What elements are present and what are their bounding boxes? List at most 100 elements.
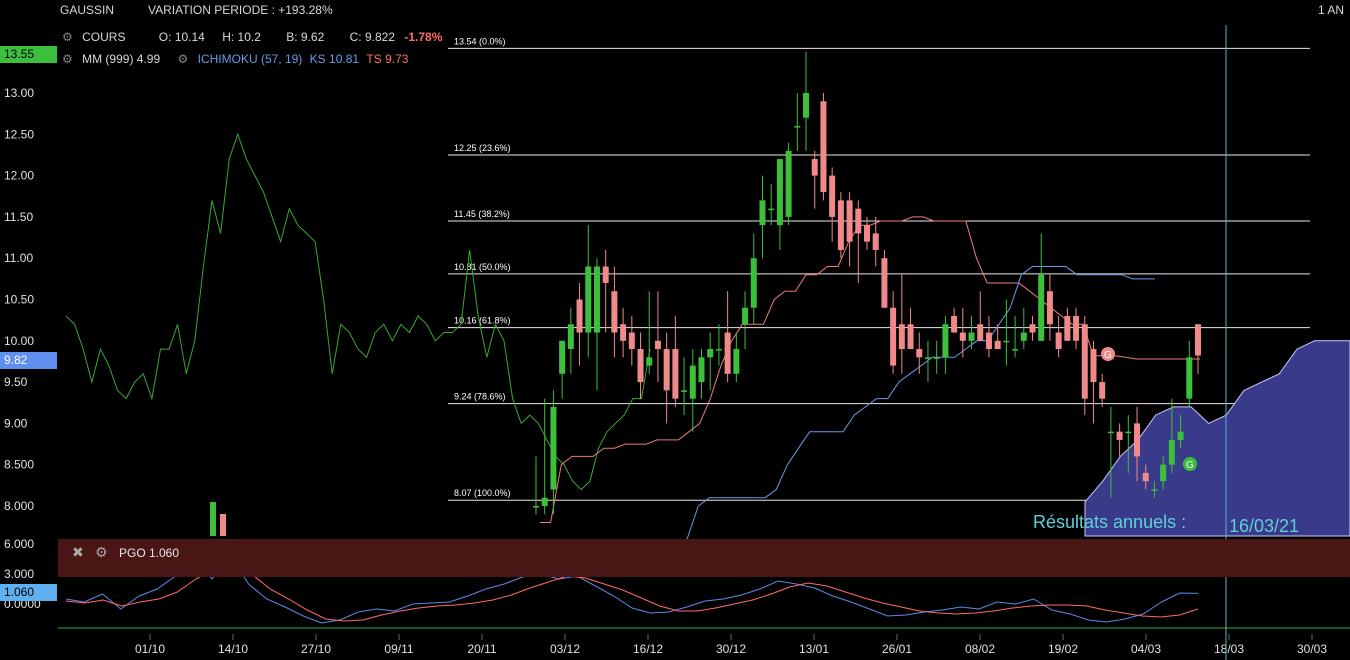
close-icon[interactable]: ✖ <box>72 544 84 561</box>
y-tick-label: 8.500 <box>4 458 34 472</box>
candle[interactable] <box>1020 307 1027 350</box>
candle[interactable] <box>1195 324 1201 374</box>
x-tick-label: 09/11 <box>384 642 413 656</box>
gear-icon[interactable]: ⚙ <box>95 544 108 561</box>
candle[interactable] <box>864 216 870 250</box>
x-tick-label: 04/03 <box>1131 642 1161 656</box>
candle[interactable] <box>750 233 757 325</box>
x-tick-label: 30/03 <box>1297 642 1327 656</box>
candle[interactable] <box>715 324 722 366</box>
candle[interactable] <box>707 332 714 391</box>
candle[interactable] <box>620 307 627 358</box>
candle[interactable] <box>742 291 749 350</box>
candle[interactable] <box>1012 316 1019 358</box>
y-tick-label: 13.00 <box>4 86 34 100</box>
candle[interactable] <box>794 93 801 151</box>
candle[interactable] <box>776 159 783 250</box>
candle[interactable] <box>811 150 818 209</box>
candle[interactable] <box>898 274 905 374</box>
fibonacci-label: 8.07 (100.0%) <box>454 488 511 498</box>
candle[interactable] <box>837 192 844 259</box>
event-icon-glyph: G <box>1104 350 1112 361</box>
candle[interactable] <box>916 332 923 374</box>
y-tick-label: 8.000 <box>4 499 34 513</box>
volume-bar <box>220 514 226 536</box>
moving-average-line <box>65 132 651 491</box>
candle[interactable] <box>1090 340 1097 424</box>
candle[interactable] <box>733 332 740 383</box>
candle[interactable] <box>672 316 679 407</box>
candle[interactable] <box>1081 316 1088 416</box>
pgo-title: PGO 1.060 <box>118 546 180 560</box>
candle[interactable] <box>628 316 635 366</box>
candle[interactable] <box>689 349 696 432</box>
candle[interactable] <box>576 282 583 366</box>
annotation-date: 16/03/21 <box>1229 516 1300 536</box>
candle[interactable] <box>1046 274 1053 341</box>
candle[interactable] <box>698 349 705 399</box>
y-tick-label: 11.00 <box>4 251 33 265</box>
volume-bar <box>210 502 216 536</box>
candle[interactable] <box>724 291 731 383</box>
candle[interactable] <box>855 200 862 283</box>
candle[interactable] <box>541 398 548 515</box>
candle[interactable] <box>968 316 975 350</box>
y-tick-label: 10.50 <box>4 293 34 307</box>
candle[interactable] <box>593 258 600 391</box>
candle[interactable] <box>942 316 949 374</box>
candle[interactable] <box>1099 373 1106 407</box>
x-tick-label: 27/10 <box>301 642 331 656</box>
fibonacci-label: 11.45 (38.2%) <box>454 209 510 219</box>
candle[interactable] <box>803 51 810 151</box>
candle[interactable] <box>881 249 888 308</box>
candle[interactable] <box>567 307 574 374</box>
fibonacci-label: 10.16 (61.8%) <box>454 316 511 326</box>
candle[interactable] <box>890 291 897 374</box>
candle[interactable] <box>820 93 827 201</box>
candle[interactable] <box>1038 233 1045 341</box>
candle[interactable] <box>768 183 775 226</box>
fibonacci-label: 9.24 (78.6%) <box>454 392 506 402</box>
y-tick-label: 9.50 <box>4 375 28 389</box>
candle[interactable] <box>611 266 618 358</box>
candle[interactable] <box>985 316 992 358</box>
candle[interactable] <box>951 307 958 333</box>
fibonacci-label: 10.81 (50.0%) <box>454 262 511 272</box>
candle[interactable] <box>1064 307 1071 341</box>
pgo-tick-label: 6.000 <box>4 537 34 551</box>
x-tick-label: 18/03 <box>1214 642 1244 656</box>
candle[interactable] <box>533 456 539 515</box>
x-tick-label: 30/12 <box>716 642 746 656</box>
candle[interactable] <box>1029 316 1036 341</box>
candle[interactable] <box>829 167 836 242</box>
candle[interactable] <box>907 307 914 350</box>
pgo-value-tag: 1.060 <box>0 584 57 601</box>
candle[interactable] <box>585 225 592 358</box>
candle[interactable] <box>1003 299 1010 366</box>
x-tick-label: 26/01 <box>882 642 912 656</box>
candle[interactable] <box>1055 316 1062 358</box>
candle[interactable] <box>1116 423 1123 457</box>
x-tick-label: 20/11 <box>467 642 496 656</box>
candle[interactable] <box>846 192 853 267</box>
candle[interactable] <box>872 216 879 267</box>
candle[interactable] <box>681 357 688 416</box>
candle[interactable] <box>646 291 653 374</box>
candle[interactable] <box>663 332 670 424</box>
candle[interactable] <box>759 175 766 259</box>
ichimoku-cloud <box>1084 340 1350 537</box>
annotation-text: Résultats annuels : <box>1033 512 1187 532</box>
pgo-panel-header: ✖ ⚙ PGO 1.060 <box>58 539 1350 577</box>
candle[interactable] <box>1186 340 1193 407</box>
candle[interactable] <box>1073 307 1080 350</box>
pgo-tick-label: 3.000 <box>4 567 34 581</box>
candle[interactable] <box>933 340 940 374</box>
candle[interactable] <box>602 249 609 333</box>
candle[interactable] <box>977 291 984 341</box>
fibonacci-label: 13.54 (0.0%) <box>454 36 506 46</box>
x-tick-label: 19/02 <box>1048 642 1078 656</box>
candle[interactable] <box>654 291 661 383</box>
candle[interactable] <box>559 340 566 399</box>
y-tick-label: 10.00 <box>4 334 34 348</box>
candle[interactable] <box>785 142 792 226</box>
